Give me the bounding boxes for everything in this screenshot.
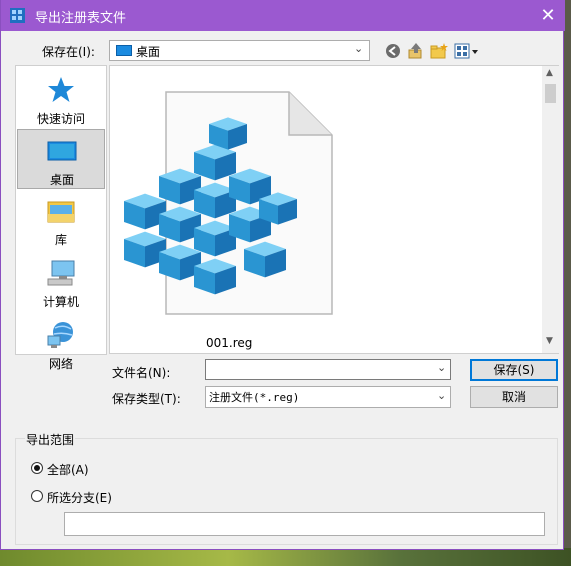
up-folder-icon[interactable] xyxy=(406,41,426,61)
desktop-background-bottom xyxy=(0,548,571,566)
filename-label: 文件名(N): xyxy=(112,366,171,380)
export-range-legend: 导出范围 xyxy=(25,431,76,448)
new-folder-icon[interactable] xyxy=(429,41,449,61)
regedit-icon xyxy=(10,8,25,23)
star-icon xyxy=(48,77,74,102)
filetype-dropdown[interactable]: 注册文件(*.reg) ⌄ xyxy=(205,386,451,408)
file-item[interactable]: 001.reg xyxy=(114,74,344,350)
branch-path-input[interactable] xyxy=(64,512,545,536)
scroll-thumb[interactable] xyxy=(545,84,556,103)
place-library[interactable]: 库 xyxy=(17,190,105,250)
desktop-icon xyxy=(47,141,77,161)
filename-input[interactable] xyxy=(205,359,451,380)
place-network[interactable]: 网络 xyxy=(17,314,105,374)
library-icon xyxy=(47,201,75,223)
radio-branch-label[interactable]: 所选分支(E) xyxy=(47,489,112,506)
place-computer[interactable]: 计算机 xyxy=(17,252,105,312)
radio-all-label[interactable]: 全部(A) xyxy=(47,461,89,478)
scroll-up-arrow-icon[interactable]: ▲ xyxy=(546,68,553,78)
place-desktop[interactable]: 桌面 xyxy=(17,129,105,189)
filetype-value: 注册文件(*.reg) xyxy=(209,391,300,404)
title-bar[interactable]: 导出注册表文件 ✕ xyxy=(1,0,565,31)
computer-icon xyxy=(47,260,75,286)
network-icon xyxy=(47,322,73,348)
place-label: 桌面 xyxy=(49,173,74,187)
export-registry-dialog: 导出注册表文件 ✕ 保存在(I): 桌面 ⌄ 快速访问 桌面 库 计算机 网络 … xyxy=(0,0,565,550)
registry-file-icon xyxy=(124,91,333,315)
chevron-down-icon: ⌄ xyxy=(437,389,447,402)
view-menu-icon[interactable] xyxy=(453,41,479,61)
chevron-down-icon: ⌄ xyxy=(354,42,364,55)
file-name: 001.reg xyxy=(206,336,253,350)
window-title: 导出注册表文件 xyxy=(35,11,127,26)
place-quick-access[interactable]: 快速访问 xyxy=(17,69,105,129)
filetype-label: 保存类型(T): xyxy=(112,392,181,406)
desktop-icon xyxy=(116,45,132,56)
radio-all[interactable] xyxy=(31,462,43,474)
place-label: 计算机 xyxy=(42,295,79,309)
place-label: 快速访问 xyxy=(36,112,85,126)
cancel-button[interactable]: 取消 xyxy=(470,386,558,408)
place-label: 网络 xyxy=(48,357,73,371)
back-icon[interactable] xyxy=(383,41,403,61)
location-value: 桌面 xyxy=(136,45,161,59)
save-in-label: 保存在(I): xyxy=(42,45,95,59)
vertical-scrollbar[interactable]: ▲ ▼ xyxy=(542,66,559,353)
save-button[interactable]: 保存(S) xyxy=(470,359,558,381)
place-label: 库 xyxy=(54,233,67,247)
location-dropdown[interactable]: 桌面 ⌄ xyxy=(109,40,370,61)
scroll-down-arrow-icon[interactable]: ▼ xyxy=(546,336,553,346)
radio-selected-branch[interactable] xyxy=(31,490,43,502)
file-list[interactable]: 001.reg ▲ ▼ xyxy=(109,65,559,354)
places-bar: 快速访问 桌面 库 计算机 网络 xyxy=(15,65,107,371)
close-button[interactable]: ✕ xyxy=(533,2,563,29)
